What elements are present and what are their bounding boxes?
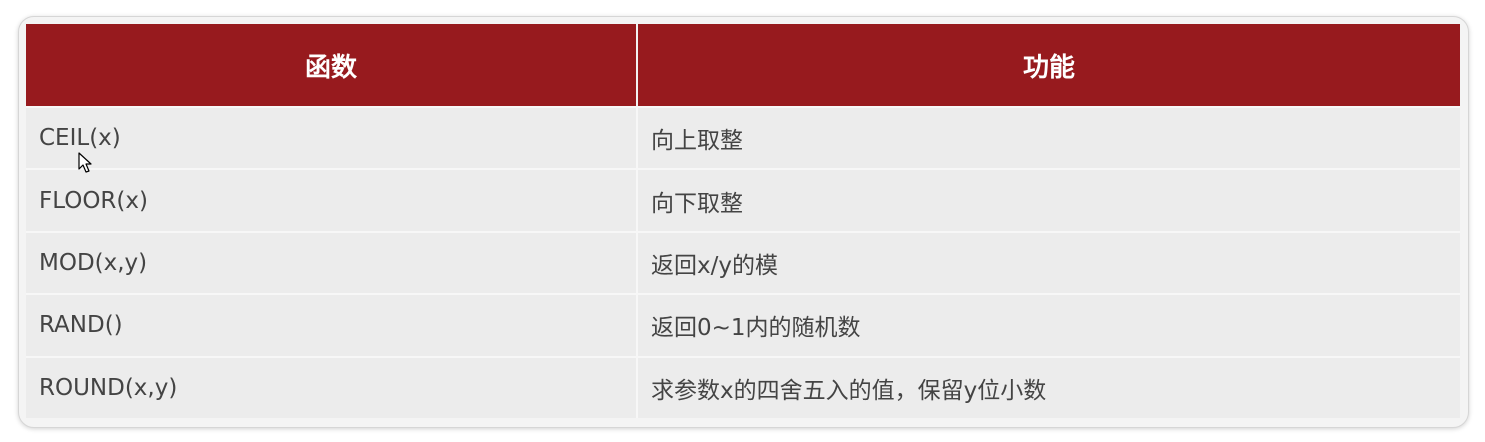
table-row: CEIL(x) 向上取整 [26,106,1460,169]
table-row: FLOOR(x) 向下取整 [26,168,1460,231]
cell-description: 向上取整 [636,106,1460,169]
cell-function: MOD(x,y) [26,230,636,294]
table-row: RAND() 返回0~1内的随机数 [26,293,1460,356]
cell-function: RAND() [26,293,636,356]
mouse-pointer-icon [78,152,92,173]
cell-function: ROUND(x,y) [26,355,636,418]
cell-function: FLOOR(x) [26,168,636,231]
function-table-card: 函数 功能 CEIL(x) 向上取整 FLOOR(x) 向下取整 MOD(x,y… [18,16,1469,428]
table-row: ROUND(x,y) 求参数x的四舍五入的值，保留y位小数 [26,355,1460,418]
math-functions-table: 函数 功能 CEIL(x) 向上取整 FLOOR(x) 向下取整 MOD(x,y… [26,24,1460,418]
table-row: MOD(x,y) 返回x/y的模 [26,230,1460,294]
header-description: 功能 [636,24,1460,106]
cell-description: 返回x/y的模 [636,230,1460,294]
table-header-row: 函数 功能 [26,24,1460,106]
header-function: 函数 [26,24,636,106]
cell-description: 向下取整 [636,168,1460,231]
cell-description: 返回0~1内的随机数 [636,293,1460,356]
cell-description: 求参数x的四舍五入的值，保留y位小数 [636,355,1460,418]
cell-function: CEIL(x) [26,106,636,169]
